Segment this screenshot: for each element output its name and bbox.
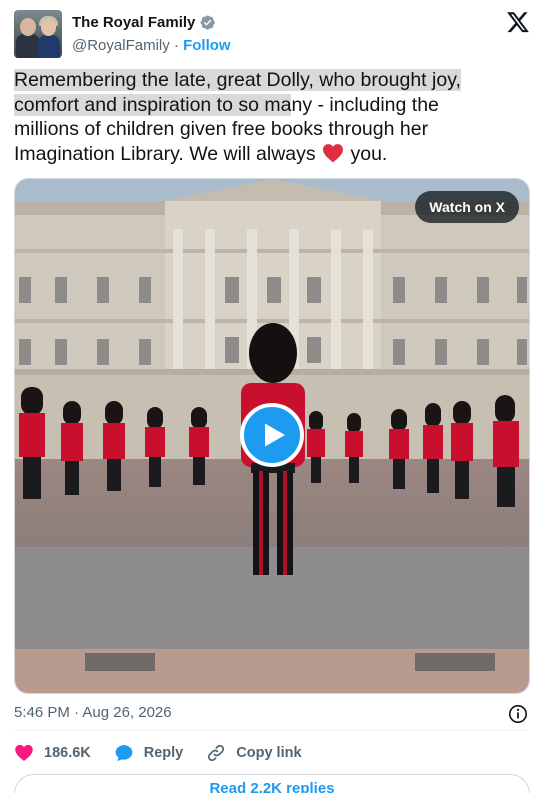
post-text-highlight-1: Remembering the late, great Dolly, who b… (14, 69, 461, 91)
play-icon (265, 423, 285, 447)
post-text-end: you. (345, 142, 388, 165)
post-actions: 186.6K Reply Copy link (14, 741, 325, 765)
author-name-row: The Royal Family (72, 14, 216, 31)
reply-button[interactable]: Reply (114, 743, 184, 763)
post-text: Remembering the late, great Dolly, who b… (14, 68, 494, 166)
follow-button[interactable]: Follow (183, 37, 231, 54)
play-button[interactable] (240, 403, 304, 467)
verified-badge-icon (200, 15, 216, 30)
embedded-post: The Royal Family @RoyalFamily · Follow R… (0, 0, 548, 793)
reply-bubble-icon (115, 745, 133, 762)
read-replies-button[interactable]: Read 2.2K replies (14, 774, 530, 793)
video-player[interactable]: Watch on X (14, 178, 530, 694)
copy-link-label: Copy link (236, 745, 302, 761)
post-timestamp[interactable]: 5:46 PM · Aug 26, 2026 (14, 704, 172, 721)
reply-label: Reply (143, 745, 184, 761)
divider (14, 730, 528, 731)
watch-on-x-button[interactable]: Watch on X (415, 191, 519, 223)
timestamp-row: 5:46 PM · Aug 26, 2026 (14, 704, 528, 724)
link-icon (208, 744, 225, 762)
post-text-highlight-2: comfort and inspiration to so ma (14, 93, 292, 116)
x-logo-icon[interactable] (506, 10, 530, 34)
like-count: 186.6K (44, 745, 91, 761)
handle-separator: · (169, 37, 184, 54)
info-icon[interactable] (508, 704, 528, 724)
author-name[interactable]: The Royal Family (72, 14, 195, 31)
red-heart-icon (323, 143, 344, 162)
post-header: The Royal Family @RoyalFamily · Follow (14, 8, 534, 60)
author-handle[interactable]: @RoyalFamily (72, 37, 170, 54)
like-button[interactable]: 186.6K (14, 743, 91, 763)
author-handle-row: @RoyalFamily · Follow (72, 37, 231, 54)
heart-icon (15, 744, 33, 761)
author-avatar[interactable] (14, 10, 62, 58)
copy-link-button[interactable]: Copy link (206, 743, 302, 763)
